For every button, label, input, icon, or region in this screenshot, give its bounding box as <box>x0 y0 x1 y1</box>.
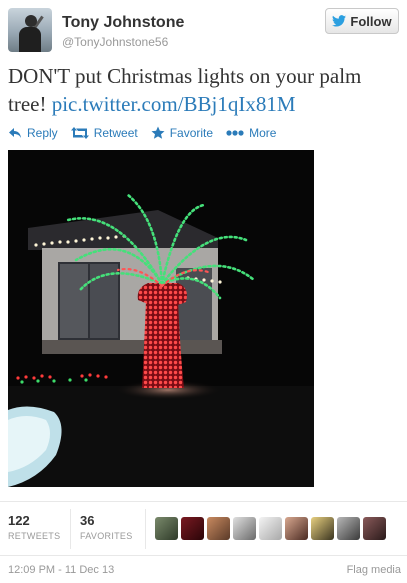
retweets-stat[interactable]: 122 RETWEETS <box>8 513 60 541</box>
reply-label: Reply <box>27 126 58 140</box>
stat-separator <box>145 509 146 549</box>
favoriter-avatar[interactable] <box>285 517 308 540</box>
more-dots-icon <box>226 130 244 136</box>
favoriter-avatar[interactable] <box>363 517 386 540</box>
favorites-count: 36 <box>80 513 95 528</box>
tweet-media-link[interactable]: pic.twitter.com/BBj1qIx81M <box>52 92 296 116</box>
user-handle[interactable]: @TonyJohnstone56 <box>62 35 168 49</box>
favoriter-avatar[interactable] <box>337 517 360 540</box>
flag-media-link[interactable]: Flag media <box>347 564 401 576</box>
user-avatar[interactable] <box>8 8 52 52</box>
favorites-stat[interactable]: 36 FAVORITES <box>80 513 133 541</box>
retweets-count: 122 <box>8 513 30 528</box>
reply-icon <box>9 128 21 138</box>
stat-separator <box>70 509 71 549</box>
favoriter-avatar[interactable] <box>155 517 178 540</box>
twitter-bird-icon <box>332 15 347 27</box>
tweet-photo[interactable] <box>8 150 314 487</box>
favoriter-avatar[interactable] <box>181 517 204 540</box>
retweet-icon <box>70 127 89 139</box>
favorite-action[interactable]: Favorite <box>151 126 213 140</box>
favoriter-avatars <box>155 517 386 540</box>
retweet-action[interactable]: Retweet <box>70 126 138 140</box>
follow-button[interactable]: Follow <box>325 8 399 34</box>
tweet-timestamp[interactable]: 12:09 PM - 11 Dec 13 <box>8 564 114 576</box>
user-name[interactable]: Tony Johnstone <box>62 14 184 32</box>
stats-divider-bottom <box>0 555 407 556</box>
favoriter-avatar[interactable] <box>233 517 256 540</box>
tweet-header: Tony Johnstone @TonyJohnstone56 Follow <box>8 8 399 54</box>
favoriter-avatar[interactable] <box>311 517 334 540</box>
follow-label: Follow <box>350 13 392 29</box>
avatar-head-shape <box>25 15 37 27</box>
retweet-label: Retweet <box>93 126 138 140</box>
favorite-label: Favorite <box>169 126 214 140</box>
avatar-body-shape <box>19 27 41 52</box>
tweet-actions: Reply Retweet Favorite More <box>8 124 289 142</box>
more-label: More <box>249 126 277 140</box>
tweet-stats: 122 RETWEETS 36 FAVORITES <box>8 507 403 553</box>
favorites-label: FAVORITES <box>80 531 133 541</box>
favoriter-avatar[interactable] <box>259 517 282 540</box>
favoriter-avatar[interactable] <box>207 517 230 540</box>
tweet-text: DON'T put Christmas lights on your palm … <box>8 62 399 118</box>
more-action[interactable]: More <box>226 126 276 140</box>
star-icon <box>151 126 165 139</box>
reply-action[interactable]: Reply <box>8 126 58 140</box>
retweets-label: RETWEETS <box>8 531 61 541</box>
stats-divider-top <box>0 501 407 502</box>
palm-tree-lights-photo <box>8 150 314 487</box>
